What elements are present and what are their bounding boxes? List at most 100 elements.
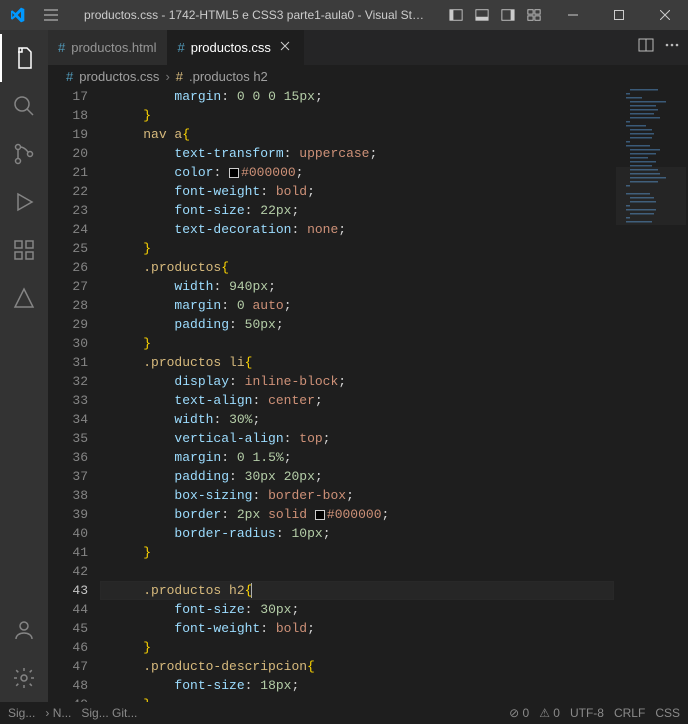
search-icon[interactable] <box>0 82 48 130</box>
status-language[interactable]: CSS <box>655 706 680 720</box>
menu-button[interactable] <box>34 7 68 23</box>
status-left1[interactable]: Sig... <box>8 706 35 720</box>
close-tab-icon[interactable] <box>277 40 293 55</box>
line-number: 21 <box>48 163 88 182</box>
toggle-panel-right-icon[interactable] <box>496 0 520 30</box>
line-number: 17 <box>48 87 88 106</box>
customize-layout-icon[interactable] <box>522 0 546 30</box>
source-control-icon[interactable] <box>0 130 48 178</box>
split-editor-icon[interactable] <box>638 37 654 58</box>
tab-productos-html[interactable]: # productos.html <box>48 30 168 65</box>
status-errors[interactable]: ⊘ 0 <box>509 706 529 720</box>
line-number: 49 <box>48 695 88 702</box>
run-debug-icon[interactable] <box>0 178 48 226</box>
code-line[interactable]: .productos li{ <box>100 353 614 372</box>
code-editor[interactable]: 1718192021222324252627282930313233343536… <box>48 87 688 702</box>
code-line[interactable]: margin: 0 1.5%; <box>100 448 614 467</box>
breadcrumb[interactable]: # productos.css › # .productos h2 <box>48 65 688 87</box>
code-line[interactable]: } <box>100 239 614 258</box>
status-warnings[interactable]: ⚠ 0 <box>539 706 560 720</box>
more-actions-icon[interactable] <box>664 37 680 58</box>
code-line[interactable] <box>100 562 614 581</box>
code-line[interactable]: color: #000000; <box>100 163 614 182</box>
accounts-icon[interactable] <box>0 606 48 654</box>
code-line[interactable]: border-radius: 10px; <box>100 524 614 543</box>
code-line[interactable]: text-decoration: none; <box>100 220 614 239</box>
line-number: 19 <box>48 125 88 144</box>
extensions-icon[interactable] <box>0 226 48 274</box>
code-line[interactable]: } <box>100 638 614 657</box>
symbol-icon: # <box>176 69 183 84</box>
line-number: 47 <box>48 657 88 676</box>
code-line[interactable]: .productos h2{ <box>100 581 614 600</box>
code-line[interactable]: display: inline-block; <box>100 372 614 391</box>
code-line[interactable]: nav a{ <box>100 125 614 144</box>
code-line[interactable]: width: 940px; <box>100 277 614 296</box>
code-line[interactable]: padding: 50px; <box>100 315 614 334</box>
line-number: 29 <box>48 315 88 334</box>
line-number: 37 <box>48 467 88 486</box>
vscode-logo-icon <box>0 7 34 23</box>
azure-icon[interactable] <box>0 274 48 322</box>
status-left2[interactable]: › N... <box>45 706 71 720</box>
toggle-panel-left-icon[interactable] <box>444 0 468 30</box>
line-number-gutter: 1718192021222324252627282930313233343536… <box>48 87 100 702</box>
code-line[interactable]: text-transform: uppercase; <box>100 144 614 163</box>
activity-bar <box>0 30 48 702</box>
line-number: 35 <box>48 429 88 448</box>
line-number: 42 <box>48 562 88 581</box>
tab-productos-css[interactable]: # productos.css <box>168 30 304 65</box>
line-number: 22 <box>48 182 88 201</box>
code-line[interactable]: .producto-descripcion{ <box>100 657 614 676</box>
minimap[interactable] <box>614 87 688 702</box>
line-number: 32 <box>48 372 88 391</box>
minimap-viewport[interactable] <box>616 167 686 225</box>
tab-label: productos.html <box>71 40 156 55</box>
breadcrumb-symbol[interactable]: .productos h2 <box>189 69 268 84</box>
code-line[interactable]: padding: 30px 20px; <box>100 467 614 486</box>
window-title: productos.css - 1742-HTML5 e CSS3 parte1… <box>68 8 440 22</box>
line-number: 41 <box>48 543 88 562</box>
code-line[interactable]: .productos{ <box>100 258 614 277</box>
window-controls <box>550 0 688 30</box>
code-line[interactable]: font-weight: bold; <box>100 619 614 638</box>
line-number: 44 <box>48 600 88 619</box>
status-eol[interactable]: CRLF <box>614 706 645 720</box>
editor-tabs: # productos.html # productos.css <box>48 30 688 65</box>
line-number: 48 <box>48 676 88 695</box>
minimize-button[interactable] <box>550 0 596 30</box>
code-line[interactable]: } <box>100 334 614 353</box>
code-line[interactable]: font-weight: bold; <box>100 182 614 201</box>
line-number: 39 <box>48 505 88 524</box>
code-content[interactable]: margin: 0 0 0 15px; } nav a{ text-transf… <box>100 87 614 702</box>
line-number: 31 <box>48 353 88 372</box>
toggle-panel-bottom-icon[interactable] <box>470 0 494 30</box>
code-line[interactable]: margin: 0 0 0 15px; <box>100 87 614 106</box>
tab-label: productos.css <box>191 40 271 55</box>
status-encoding[interactable]: UTF-8 <box>570 706 604 720</box>
code-line[interactable]: border: 2px solid #000000; <box>100 505 614 524</box>
settings-gear-icon[interactable] <box>0 654 48 702</box>
code-line[interactable]: font-size: 22px; <box>100 201 614 220</box>
code-line[interactable]: vertical-align: top; <box>100 429 614 448</box>
line-number: 24 <box>48 220 88 239</box>
code-line[interactable]: margin: 0 auto; <box>100 296 614 315</box>
maximize-button[interactable] <box>596 0 642 30</box>
code-line[interactable]: text-align: center; <box>100 391 614 410</box>
line-number: 25 <box>48 239 88 258</box>
code-line[interactable]: } <box>100 695 614 702</box>
code-line[interactable]: width: 30%; <box>100 410 614 429</box>
breadcrumb-file[interactable]: productos.css <box>79 69 159 84</box>
code-line[interactable]: font-size: 30px; <box>100 600 614 619</box>
code-line[interactable]: } <box>100 543 614 562</box>
status-left3[interactable]: Sig... Git... <box>81 706 137 720</box>
css-file-icon: # <box>66 69 73 84</box>
css-file-icon: # <box>178 40 185 55</box>
close-button[interactable] <box>642 0 688 30</box>
explorer-icon[interactable] <box>0 34 48 82</box>
code-line[interactable]: font-size: 18px; <box>100 676 614 695</box>
line-number: 46 <box>48 638 88 657</box>
code-line[interactable]: } <box>100 106 614 125</box>
code-line[interactable]: box-sizing: border-box; <box>100 486 614 505</box>
line-number: 20 <box>48 144 88 163</box>
